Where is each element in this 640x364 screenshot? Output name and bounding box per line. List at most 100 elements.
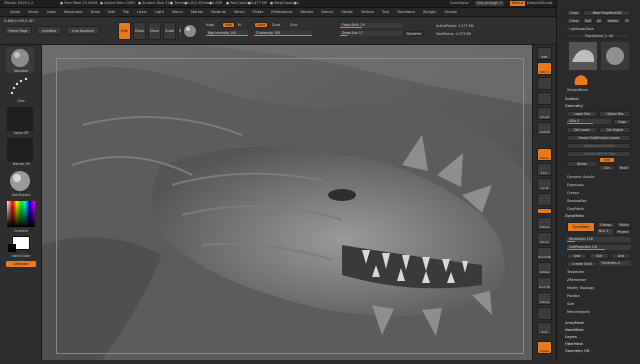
draw-button[interactable]: Draw (133, 22, 146, 40)
lightbox-button[interactable]: LightBox (36, 26, 62, 35)
freeze-subdiv-button[interactable]: Freeze SubDivision Levels (567, 135, 631, 141)
alternate-button[interactable]: Alternate (6, 261, 36, 267)
visible-button[interactable]: Visible (605, 18, 621, 24)
dynamic-button[interactable]: Dynamic (404, 31, 424, 36)
thickness-slider[interactable]: Thickness 4 (599, 261, 631, 266)
del-higher-button[interactable]: Del Higher (599, 127, 631, 133)
menu-transform[interactable]: Transform (393, 10, 419, 14)
zsub-label[interactable]: Zsub (272, 23, 280, 27)
del-lower-button[interactable]: Del Lower (567, 127, 597, 133)
suv-button[interactable]: Suv (599, 165, 615, 171)
lightbox-tools-link[interactable]: Lightbox▸Tools (569, 27, 594, 31)
divide-button[interactable]: Divide (567, 161, 597, 167)
close-button[interactable]: Close (567, 10, 581, 16)
zoom3d-button[interactable]: Zoom3D (537, 247, 552, 260)
meshintegrity-item[interactable]: MeshIntegrity (567, 310, 590, 314)
focal-shift-slider[interactable]: Focal Shift -30 (340, 23, 402, 28)
draw-size-slider[interactable]: Draw Size 17 (340, 31, 402, 36)
clone-button[interactable]: Clone (567, 18, 581, 24)
menus-button[interactable]: Menus (510, 1, 526, 6)
scale-button[interactable]: Scale (163, 22, 176, 40)
menu-zscript[interactable]: Zscript (440, 10, 460, 14)
menu-picker[interactable]: Picker (249, 10, 268, 14)
layers-header[interactable]: Layers (561, 334, 637, 341)
simplebrush-thumb[interactable] (571, 72, 591, 86)
dynamesh-header[interactable]: DynaMesh (561, 213, 637, 220)
color-picker[interactable] (7, 201, 35, 227)
groups-button[interactable]: Groups (597, 222, 615, 228)
all-button[interactable]: All (595, 18, 603, 24)
mrgb-label[interactable]: Mrgb (206, 23, 214, 27)
fibermesh-header[interactable]: FiberMesh (561, 341, 637, 348)
menu-zplugin[interactable]: Zplugin (419, 10, 441, 14)
add-button[interactable]: Add (567, 253, 587, 259)
see-through-slider[interactable]: See-through 0 (475, 1, 504, 6)
project-button[interactable]: Project (615, 229, 631, 235)
menu-material[interactable]: Material (207, 10, 230, 14)
menu-layer[interactable]: Layer (133, 10, 151, 14)
menu-stencil[interactable]: Stencil (317, 10, 337, 14)
solo-button[interactable]: Solo (537, 322, 552, 335)
position-item[interactable]: Position (567, 294, 580, 298)
move-button[interactable]: Move (148, 22, 161, 40)
spix-button[interactable]: SPix 3 (537, 62, 552, 75)
shadowbox-item[interactable]: ShadowBox (567, 199, 587, 203)
zremesher-item[interactable]: ZRemesher (567, 278, 586, 282)
rgb-intensity-slider[interactable]: Rgb Intensity 100 (206, 31, 248, 36)
blur-slider[interactable]: Blur 2 (597, 229, 613, 234)
smt-button[interactable]: Smt (599, 157, 615, 163)
menu-file[interactable]: File (119, 10, 133, 14)
frame-button[interactable]: Frame (537, 217, 552, 230)
menu-document[interactable]: Document (60, 10, 87, 14)
menu-light[interactable]: Light (151, 10, 168, 14)
polysphere-slider[interactable]: PolySphere_2. 48 (567, 33, 631, 39)
move-view-button[interactable]: Move (537, 232, 552, 245)
scroll-button[interactable] (537, 77, 552, 90)
xpose-button[interactable]: Xpose (537, 341, 552, 354)
rotate-view-button[interactable]: Rotate (537, 262, 552, 275)
resolution-slider[interactable]: Resolution 128 (567, 237, 631, 242)
and-button[interactable]: And (611, 253, 631, 259)
persp-button[interactable]: Persp (537, 148, 552, 161)
lsym-button[interactable] (537, 193, 552, 206)
tessimate-item[interactable]: Tessimate (567, 270, 584, 274)
menu-draw[interactable]: Draw (87, 10, 104, 14)
subprojection-slider[interactable]: SubProjection 0.6 (567, 245, 631, 250)
polish-button[interactable]: Polish (617, 222, 631, 228)
rgb-button[interactable]: Rgb (222, 22, 235, 28)
menu-movie[interactable]: Movie (230, 10, 249, 14)
menu-tool[interactable]: Tool (378, 10, 393, 14)
texture-button[interactable] (7, 138, 33, 162)
menu-macro[interactable]: Macro (168, 10, 187, 14)
z-intensity-slider[interactable]: Z Intensity 100 (254, 31, 312, 36)
secondary-color-swatch[interactable] (8, 244, 16, 252)
default-zscript-button[interactable]: DefaultZScript (527, 1, 552, 6)
stroke-button[interactable] (6, 75, 34, 99)
zoom-button[interactable] (537, 92, 552, 105)
make-polymesh-button[interactable]: Make PolyMesh3D (583, 10, 631, 16)
gradient-label[interactable]: Gradient (0, 229, 42, 233)
material-sphere-icon[interactable] (181, 20, 198, 42)
edgeloop-item[interactable]: EdgeLoop (567, 183, 584, 187)
ghost-button[interactable] (537, 307, 552, 320)
claypolish-item[interactable]: ClayPolish (567, 207, 584, 211)
line-fill-button[interactable]: Line Fill (537, 277, 552, 290)
home-page-button[interactable]: Home Page (4, 26, 32, 35)
alpha-button[interactable] (7, 107, 33, 131)
menu-color[interactable]: Color (43, 10, 60, 14)
menu-marker[interactable]: Marker (187, 10, 207, 14)
dynamesh-button[interactable]: DynaMesh (567, 222, 595, 232)
tool-thumb-polysphere[interactable] (601, 42, 629, 70)
bpr-button[interactable]: BPR (537, 47, 552, 60)
arraymesh-header[interactable]: ArrayMesh (561, 320, 637, 327)
lower-res-button[interactable]: Lower Res (567, 111, 597, 117)
cage-button[interactable]: Cage (613, 119, 631, 125)
transp-button[interactable]: Transp (537, 292, 552, 305)
crease-item[interactable]: Crease (567, 191, 579, 195)
actual-button[interactable]: Actual (537, 107, 552, 120)
quicksave-button[interactable]: QuickSave (450, 1, 469, 6)
switch-color-button[interactable]: SwitchColor (0, 254, 42, 258)
m-label[interactable]: M (238, 23, 241, 27)
geometry-hd-header[interactable]: Geometry HD (561, 348, 637, 355)
material-button[interactable] (7, 169, 33, 193)
